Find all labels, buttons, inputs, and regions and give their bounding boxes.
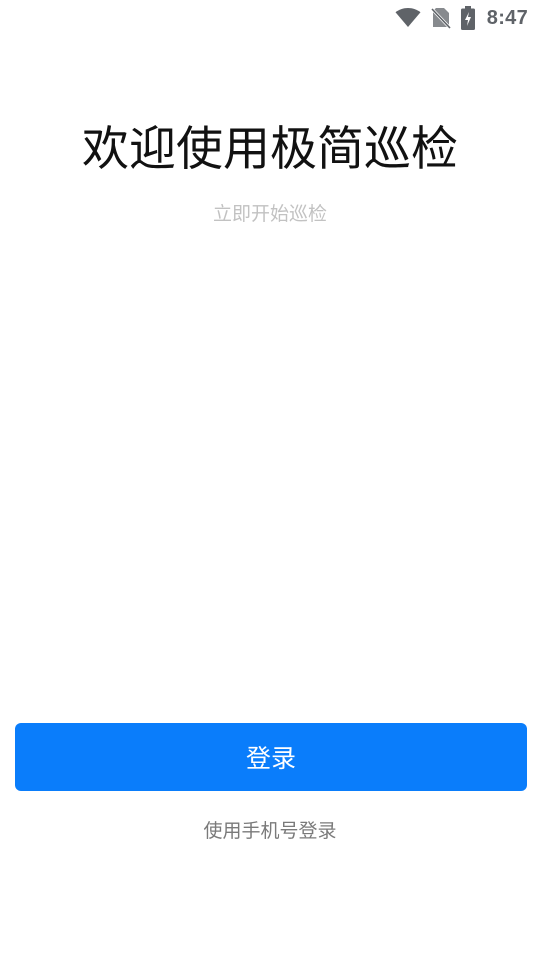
phone-login-link[interactable]: 使用手机号登录 (0, 816, 540, 846)
no-sim-icon (430, 7, 451, 29)
login-button[interactable]: 登录 (15, 723, 527, 791)
status-bar: 8:47 (0, 0, 540, 36)
welcome-title: 欢迎使用极简巡检 (82, 122, 458, 177)
wifi-icon (395, 8, 421, 28)
welcome-subtitle: 立即开始巡检 (212, 203, 327, 225)
status-icons: 8:47 (395, 4, 528, 32)
battery-charging-icon (460, 6, 475, 30)
status-time: 8:47 (486, 6, 528, 29)
